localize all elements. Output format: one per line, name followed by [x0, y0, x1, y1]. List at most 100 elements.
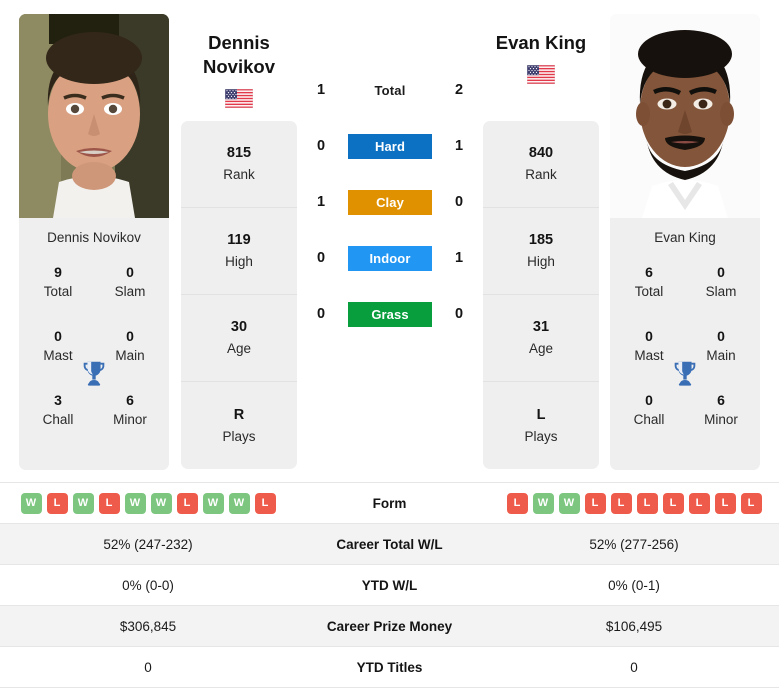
stat-value-right: 0 [630, 659, 638, 675]
title-stat-value: 0 [54, 328, 62, 344]
player-card-left[interactable]: Dennis Novikov 9 Total 0 Slam 0 Mast 0 M… [19, 14, 169, 470]
stat-label: Form [372, 495, 407, 511]
title-stat-label: Chall [633, 412, 665, 427]
form-badge-loss[interactable]: L [610, 492, 632, 514]
form-badge-loss[interactable]: L [714, 492, 736, 514]
titles-grid-left: 9 Total 0 Slam 0 Mast 0 Main 3 Chall 6 M… [19, 258, 169, 470]
form-badge-win[interactable]: W [72, 492, 94, 514]
form-badge-win[interactable]: W [558, 492, 580, 514]
title-stat-label: Total [634, 284, 664, 299]
stat-value-right: 0% (0-1) [608, 577, 660, 593]
info-label: High [225, 254, 253, 269]
table-row-form: WLWLWWLWWL Form LWWLLLLLLL [0, 483, 779, 524]
player-comparison-page: Dennis Novikov 9 Total 0 Slam 0 Mast 0 M… [0, 0, 779, 699]
form-cell-right: LWWLLLLLLL [489, 492, 779, 514]
h2h-row-hard: 0 Hard 1 [305, 118, 475, 174]
info-label: High [527, 254, 555, 269]
title-stat-label: Slam [705, 284, 737, 299]
title-stat: 6 Total [620, 262, 678, 302]
h2h-row-indoor: 0 Indoor 1 [305, 230, 475, 286]
title-stat-label: Chall [42, 412, 74, 427]
title-stat-label: Main [706, 348, 736, 363]
form-cell-left: WLWLWWLWWL [0, 492, 290, 514]
h2h-score-left: 0 [316, 306, 326, 322]
title-stat-value: 0 [717, 264, 725, 280]
title-stat: 0 Slam [101, 262, 159, 302]
info-label: Rank [525, 167, 557, 182]
form-badge-win[interactable]: W [532, 492, 554, 514]
titles-row: 9 Total 0 Slam [19, 262, 169, 326]
title-stat-label: Minor [704, 412, 738, 427]
trophy-icon [79, 358, 109, 388]
info-cell-rank: 815 Rank [181, 121, 297, 208]
form-badge-win[interactable]: W [124, 492, 146, 514]
title-stat-label: Slam [114, 284, 146, 299]
stat-label: Career Prize Money [326, 618, 453, 634]
comparison-header: Dennis Novikov 9 Total 0 Slam 0 Mast 0 M… [0, 0, 779, 475]
info-cell-rank: 840 Rank [483, 121, 599, 208]
title-stat-value: 9 [54, 264, 62, 280]
surface-badge-grass[interactable]: Grass [348, 301, 432, 327]
comparison-stats-table: WLWLWWLWWL Form LWWLLLLLLL 52% (247-232)… [0, 482, 779, 688]
title-stat: 6 Minor [692, 390, 750, 430]
info-label: Age [528, 341, 554, 356]
form-badge-loss[interactable]: L [176, 492, 198, 514]
form-badge-win[interactable]: W [228, 492, 250, 514]
head-to-head-panel: 1 Total 2 0 Hard 1 1 Clay 0 0 Indoor 1 0… [305, 62, 475, 342]
form-strip-right: LWWLLLLLLL [506, 492, 762, 514]
info-cell-plays: R Plays [181, 382, 297, 469]
us-flag-icon [527, 65, 555, 84]
title-stat-value: 6 [645, 264, 653, 280]
surface-badge-indoor[interactable]: Indoor [348, 245, 432, 271]
form-badge-loss[interactable]: L [254, 492, 276, 514]
h2h-score-right: 0 [454, 194, 464, 210]
player-photo-card-left: Dennis Novikov 9 Total 0 Slam 0 Mast 0 M… [19, 14, 169, 470]
h2h-row-clay: 1 Clay 0 [305, 174, 475, 230]
stat-value-left: 52% (247-232) [103, 536, 193, 552]
info-cell-age: 30 Age [181, 295, 297, 382]
info-cell-plays: L Plays [483, 382, 599, 469]
titles-row: 0 Chall 6 Minor [610, 390, 760, 454]
player-heading-name-line1: Evan King [495, 32, 587, 53]
surface-badge-hard[interactable]: Hard [348, 133, 432, 159]
form-badge-loss[interactable]: L [740, 492, 762, 514]
info-label: Plays [222, 428, 256, 444]
table-row-prize-money: $306,845 Career Prize Money $106,495 [0, 606, 779, 647]
form-badge-loss[interactable]: L [584, 492, 606, 514]
form-badge-loss[interactable]: L [688, 492, 710, 514]
h2h-score-right: 0 [454, 306, 464, 322]
player-card-right[interactable]: Evan King 6 Total 0 Slam 0 Mast 0 Main 0… [610, 14, 760, 470]
title-stat-value: 6 [126, 392, 134, 408]
info-cell-high: 119 High [181, 208, 297, 295]
title-stat: 0 Chall [620, 390, 678, 430]
title-stat: 0 Main [101, 326, 159, 366]
player-name-left: Dennis Novikov [19, 218, 169, 258]
h2h-score-right: 1 [454, 250, 464, 266]
title-stat: 9 Total [29, 262, 87, 302]
title-stat: 0 Slam [692, 262, 750, 302]
info-cell-age: 31 Age [483, 295, 599, 382]
stat-label: Career Total W/L [336, 536, 443, 552]
form-badge-win[interactable]: W [202, 492, 224, 514]
player-photo-card-right: Evan King 6 Total 0 Slam 0 Mast 0 Main 0… [610, 14, 760, 470]
form-badge-loss[interactable]: L [636, 492, 658, 514]
title-stat-label: Minor [113, 412, 147, 427]
form-badge-loss[interactable]: L [662, 492, 684, 514]
form-badge-win[interactable]: W [20, 492, 42, 514]
h2h-row-total: 1 Total 2 [305, 62, 475, 118]
h2h-row-grass: 0 Grass 0 [305, 286, 475, 342]
form-badge-win[interactable]: W [150, 492, 172, 514]
stat-value-left: 0 [144, 659, 152, 675]
title-stat-value: 0 [126, 264, 134, 280]
stat-label: YTD W/L [361, 577, 418, 593]
form-badge-loss[interactable]: L [506, 492, 528, 514]
info-label: Age [226, 341, 252, 356]
surface-badge-clay[interactable]: Clay [348, 189, 432, 215]
form-badge-loss[interactable]: L [98, 492, 120, 514]
title-stat-label: Total [43, 284, 73, 299]
form-badge-loss[interactable]: L [46, 492, 68, 514]
title-stat: 0 Main [692, 326, 750, 366]
h2h-label-total: Total [374, 82, 406, 98]
stat-value-right: $106,495 [605, 618, 663, 634]
title-stat-value: 0 [126, 328, 134, 344]
